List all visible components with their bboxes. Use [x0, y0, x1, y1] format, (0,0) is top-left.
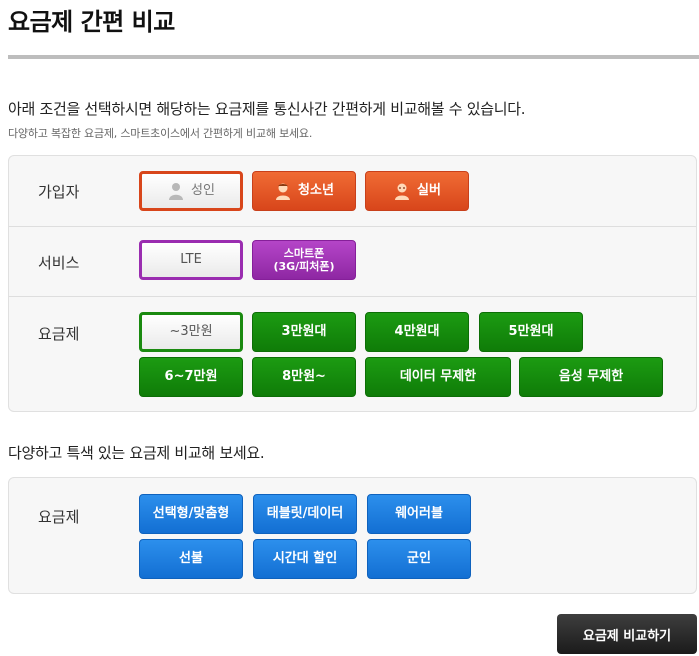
plan-under-3-label: ~3만원	[169, 324, 213, 340]
plan-3-button[interactable]: 3만원대	[252, 312, 356, 352]
service-row: 서비스 LTE 스마트폰 (3G/피처폰)	[9, 227, 696, 297]
special-tablet-button[interactable]: 태블릿/데이터	[253, 494, 357, 534]
subscriber-senior-button[interactable]: 실버	[365, 171, 469, 211]
subscriber-row: 가입자 성인 청소년 실버	[9, 156, 696, 227]
service-lte-label: LTE	[180, 252, 202, 268]
service-lte-button[interactable]: LTE	[139, 240, 243, 280]
person-icon	[169, 183, 184, 200]
special-plan-panel: 요금제 선택형/맞춤형 태블릿/데이터 웨어러블 선불 시간대 할인 군인	[8, 477, 697, 594]
subscriber-youth-button[interactable]: 청소년	[252, 171, 356, 211]
page-title: 요금제 간편 비교	[8, 8, 175, 36]
service-smartphone-button[interactable]: 스마트폰 (3G/피처폰)	[252, 240, 356, 280]
section2-title: 다양하고 특색 있는 요금제 비교해 보세요.	[8, 444, 265, 462]
service-smartphone-label: 스마트폰 (3G/피처폰)	[273, 246, 335, 273]
subscriber-senior-label: 실버	[417, 183, 441, 199]
subscriber-adult-button[interactable]: 성인	[139, 171, 243, 211]
plan-6-7-button[interactable]: 6~7만원	[139, 357, 243, 397]
subscriber-label: 가입자	[38, 183, 80, 201]
plan-4-button[interactable]: 4만원대	[365, 312, 469, 352]
special-wearable-label: 웨어러블	[395, 506, 443, 522]
special-military-button[interactable]: 군인	[367, 539, 471, 579]
special-custom-button[interactable]: 선택형/맞춤형	[139, 494, 243, 534]
plan-unlimited-voice-button[interactable]: 음성 무제한	[519, 357, 663, 397]
special-time-discount-button[interactable]: 시간대 할인	[253, 539, 357, 579]
intro-text: 아래 조건을 선택하시면 해당하는 요금제를 통신사간 간편하게 비교해볼 수 …	[8, 100, 526, 118]
special-military-label: 군인	[407, 551, 431, 567]
plan-5-label: 5만원대	[508, 324, 554, 340]
plan-5-button[interactable]: 5만원대	[479, 312, 583, 352]
special-tablet-label: 태블릿/데이터	[266, 506, 344, 522]
special-prepaid-button[interactable]: 선불	[139, 539, 243, 579]
plan-unlimited-voice-label: 음성 무제한	[558, 369, 624, 385]
title-divider	[8, 55, 699, 59]
subscriber-youth-label: 청소년	[298, 183, 334, 199]
plan-3-label: 3만원대	[281, 324, 327, 340]
youth-icon	[276, 183, 291, 200]
special-prepaid-label: 선불	[179, 551, 203, 567]
special-custom-label: 선택형/맞춤형	[152, 506, 230, 522]
plan-unlimited-data-button[interactable]: 데이터 무제한	[365, 357, 511, 397]
plan-unlimited-data-label: 데이터 무제한	[399, 369, 477, 385]
special-time-discount-label: 시간대 할인	[272, 551, 338, 567]
plan-under-3-button[interactable]: ~3만원	[139, 312, 243, 352]
plan-4-label: 4만원대	[394, 324, 440, 340]
subscriber-adult-label: 성인	[191, 183, 215, 199]
intro-subtext: 다양하고 복잡한 요금제, 스마트초이스에서 간편하게 비교해 보세요.	[8, 127, 313, 140]
plan-8-button[interactable]: 8만원~	[252, 357, 356, 397]
special-wearable-button[interactable]: 웨어러블	[367, 494, 471, 534]
compare-plans-button[interactable]: 요금제 비교하기	[557, 614, 697, 654]
plan-6-7-label: 6~7만원	[164, 369, 218, 385]
plan-8-label: 8만원~	[282, 369, 326, 385]
plan-row: 요금제 ~3만원 3만원대 4만원대 5만원대 6~7만원 8만원~ 데이터 무…	[9, 297, 696, 413]
plan-label: 요금제	[38, 325, 80, 343]
senior-icon	[395, 183, 410, 200]
special-plan-label: 요금제	[38, 508, 80, 526]
condition-panel: 가입자 성인 청소년 실버 서비스 LTE 스마트폰 (3G/피처폰) 요금제 …	[8, 155, 697, 412]
service-label: 서비스	[38, 254, 80, 272]
